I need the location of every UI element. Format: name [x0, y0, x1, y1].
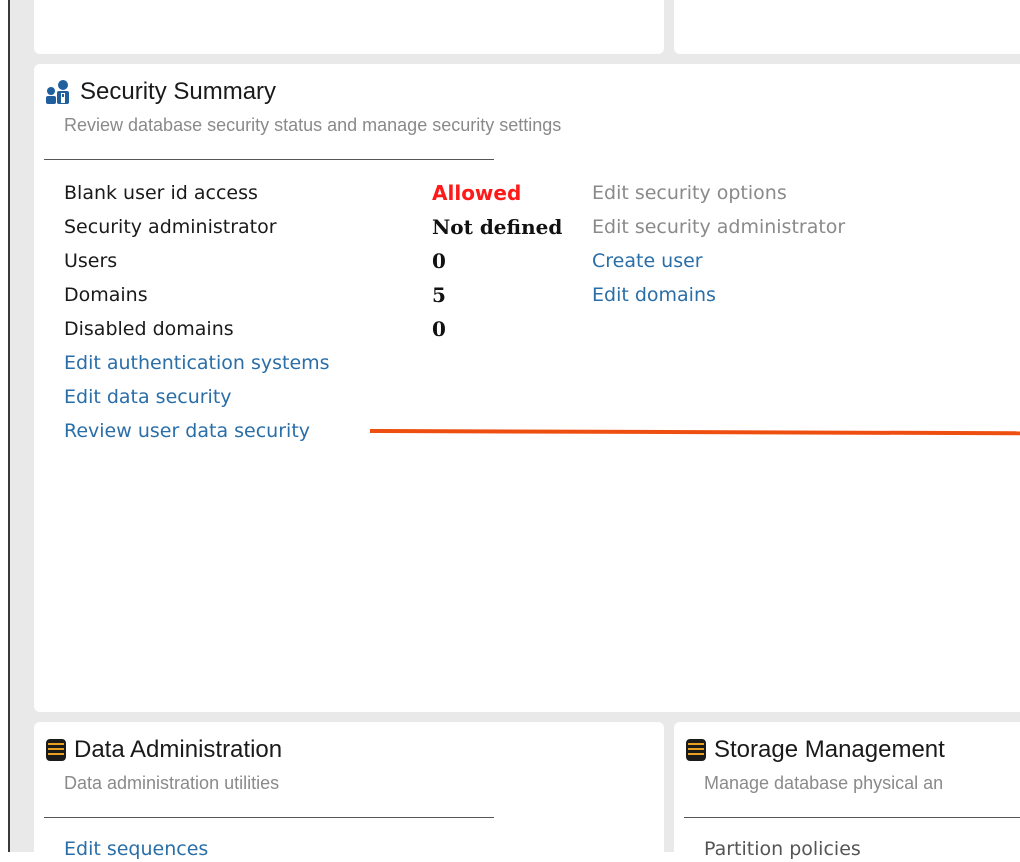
- edit-data-security-link[interactable]: Edit data security: [64, 386, 232, 408]
- database-icon: [684, 738, 708, 762]
- create-user-link[interactable]: Create user: [592, 250, 703, 272]
- status-value: 5: [432, 283, 446, 307]
- row-domains: Domains 5 Edit domains: [64, 278, 845, 312]
- edit-authentication-systems-link[interactable]: Edit authentication systems: [64, 352, 330, 374]
- row-label: Disabled domains: [64, 318, 234, 340]
- panel-title-text: Data Administration: [74, 736, 283, 763]
- database-icon: [44, 738, 68, 762]
- row-label: Domains: [64, 284, 148, 306]
- edit-sequences-link[interactable]: Edit sequences: [64, 838, 208, 860]
- panel-top-right: [674, 0, 1020, 54]
- security-summary-title: Security Summary: [44, 78, 276, 106]
- divider: [44, 159, 494, 160]
- row-label: Security administrator: [64, 216, 277, 238]
- row-security-administrator: Security administrator Not defined Edit …: [64, 210, 845, 244]
- storage-management-panel: Storage Management Manage database physi…: [674, 722, 1020, 862]
- edit-domains-link[interactable]: Edit domains: [592, 284, 716, 306]
- edit-data-security-row: Edit data security: [64, 380, 845, 414]
- divider: [684, 817, 1020, 818]
- storage-management-title: Storage Management: [684, 736, 945, 764]
- panel-title-text: Storage Management: [714, 736, 945, 763]
- status-value: Allowed: [432, 181, 522, 205]
- users-icon: [44, 79, 74, 105]
- divider: [44, 817, 494, 818]
- data-administration-title: Data Administration: [44, 736, 282, 764]
- panel-top-left: [34, 0, 664, 54]
- row-blank-user-id-access: Blank user id access Allowed Edit securi…: [64, 176, 845, 210]
- partition-policies-link[interactable]: Partition policies: [704, 838, 861, 860]
- row-label: Blank user id access: [64, 182, 258, 204]
- data-administration-panel: Data Administration Data administration …: [34, 722, 664, 862]
- status-value: 0: [432, 317, 446, 341]
- panel-subtitle: Data administration utilities: [64, 773, 280, 793]
- panel-subtitle: Manage database physical an: [704, 773, 944, 793]
- panel-subtitle: Review database security status and mana…: [64, 115, 562, 135]
- row-label: Users: [64, 250, 118, 272]
- row-disabled-domains: Disabled domains 0: [64, 312, 845, 346]
- review-user-data-security-link[interactable]: Review user data security: [64, 420, 310, 442]
- panel-title-text: Security Summary: [80, 78, 277, 105]
- edit-security-administrator-link[interactable]: Edit security administrator: [592, 216, 845, 238]
- security-summary-panel: Security Summary Review database securit…: [34, 64, 1020, 712]
- edit-authentication-systems-row: Edit authentication systems: [64, 346, 845, 380]
- edit-security-options-link[interactable]: Edit security options: [592, 182, 787, 204]
- row-users: Users 0 Create user: [64, 244, 845, 278]
- status-value: Not defined: [432, 215, 563, 239]
- status-value: 0: [432, 249, 446, 273]
- security-status-table: Blank user id access Allowed Edit securi…: [64, 176, 845, 448]
